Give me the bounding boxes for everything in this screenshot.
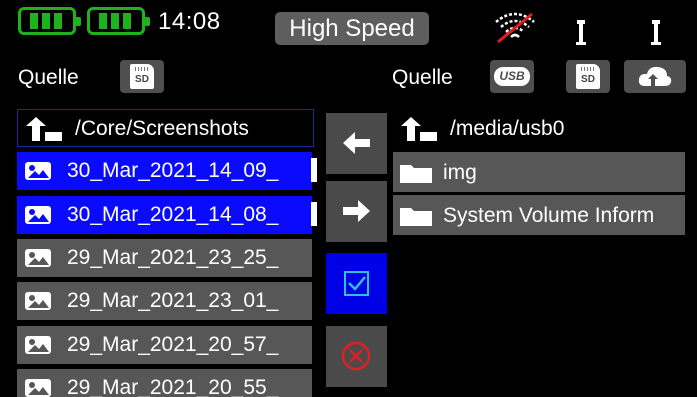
folder-icon: [400, 165, 432, 183]
left-path-bar[interactable]: /Core/Screenshots: [17, 109, 314, 147]
file-row[interactable]: 29_Mar_2021_20_55_: [17, 369, 312, 397]
antenna-icon: [576, 20, 586, 45]
image-file-icon: [25, 292, 51, 310]
arrow-right-icon: [343, 200, 370, 222]
file-name: 29_Mar_2021_20_57_: [67, 333, 279, 356]
folder-row[interactable]: img: [393, 152, 685, 192]
sd-card-icon: SD: [576, 64, 600, 89]
usb-icon: USB: [494, 67, 530, 86]
folder-icon: [400, 208, 432, 226]
file-row[interactable]: 30_Mar_2021_14_09_: [17, 152, 312, 190]
clock: 14:08: [158, 8, 221, 35]
folder-up-icon: [401, 117, 437, 141]
source-label-right: Quelle: [392, 66, 453, 89]
scrollbar: [311, 202, 317, 226]
image-file-icon: [25, 336, 51, 354]
file-row[interactable]: 29_Mar_2021_23_01_: [17, 282, 312, 320]
cancel-icon: [341, 341, 371, 371]
file-row[interactable]: 29_Mar_2021_23_25_: [17, 239, 312, 277]
file-name: 30_Mar_2021_14_09_: [67, 159, 279, 182]
folder-name: System Volume Inform: [443, 204, 655, 227]
folder-row[interactable]: System Volume Inform: [393, 195, 685, 235]
copy-right-button[interactable]: [326, 181, 387, 242]
folder-name: img: [443, 161, 477, 184]
transmitter-battery-icon: [18, 7, 81, 35]
source-label-left: Quelle: [18, 66, 79, 89]
file-name: 30_Mar_2021_14_08_: [67, 203, 279, 226]
scrollbar[interactable]: [311, 158, 317, 182]
mode-badge[interactable]: High Speed: [275, 12, 429, 45]
receiver-battery-icon: [87, 7, 150, 35]
checkbox-checked-icon: [344, 271, 369, 296]
file-name: 29_Mar_2021_23_01_: [67, 289, 279, 312]
arrow-left-icon: [343, 132, 370, 154]
source-cloud-button[interactable]: [624, 60, 686, 93]
file-name: 29_Mar_2021_20_55_: [67, 376, 279, 397]
source-sd-button-left[interactable]: SD: [120, 60, 164, 93]
cancel-button[interactable]: [326, 326, 387, 387]
file-row[interactable]: 30_Mar_2021_14_08_: [17, 196, 312, 234]
cloud-upload-icon: [638, 66, 672, 89]
antenna-icon: [651, 20, 661, 45]
right-path-bar[interactable]: /media/usb0: [393, 110, 685, 148]
file-name: 29_Mar_2021_23_25_: [67, 246, 279, 269]
copy-left-button[interactable]: [326, 113, 387, 174]
left-path-text: /Core/Screenshots: [75, 117, 249, 140]
image-file-icon: [25, 379, 51, 397]
wifi-off-icon: [495, 12, 535, 44]
right-path-text: /media/usb0: [450, 117, 565, 140]
image-file-icon: [25, 249, 51, 267]
sd-card-icon: SD: [130, 64, 154, 89]
source-sd-button-right[interactable]: SD: [566, 60, 610, 93]
source-usb-button[interactable]: USB: [490, 60, 534, 93]
folder-up-icon: [26, 117, 62, 141]
image-file-icon: [25, 206, 51, 224]
image-file-icon: [25, 162, 51, 180]
file-row[interactable]: 29_Mar_2021_20_57_: [17, 326, 312, 364]
confirm-button[interactable]: [326, 253, 387, 314]
